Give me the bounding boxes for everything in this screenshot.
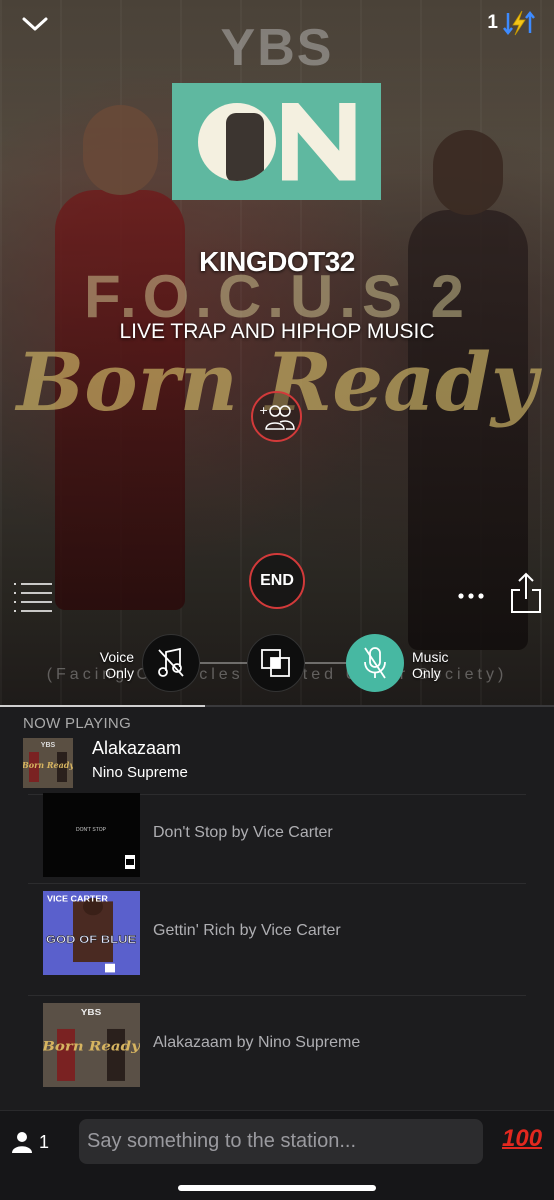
boost-badge[interactable]: 1: [487, 10, 536, 36]
swap-bolt-icon: [503, 10, 535, 36]
overlay-squares-icon: [261, 649, 290, 677]
playback-progress-bar[interactable]: [0, 705, 554, 707]
add-people-icon: +: [259, 404, 295, 430]
station-description: LIVE TRAP AND HIPHOP MUSIC: [119, 320, 435, 343]
voice-only-label: Voice Only: [99, 649, 134, 681]
playback-progress-fill: [0, 705, 205, 707]
now-playing-album-art[interactable]: YBS Born Ready: [23, 738, 73, 788]
svg-text:VICE CARTER: VICE CARTER: [47, 894, 108, 903]
chevron-down-icon[interactable]: [20, 12, 50, 36]
queue-album-art: VICE CARTER GOD OF BLUE: [43, 891, 140, 975]
mode-connector: [200, 662, 250, 664]
now-playing-panel: NOW PLAYING YBS Born Ready Alakazaam Nin…: [0, 705, 554, 1110]
svg-text:+: +: [259, 404, 268, 417]
queue-album-art: DON'T STOP: [43, 793, 140, 877]
now-playing-title: Alakazaam: [92, 738, 182, 758]
voice-and-music-button[interactable]: [247, 634, 305, 692]
queue-item[interactable]: YBS Born Ready Alakazaam by Nino Supreme: [0, 1003, 554, 1103]
divider: [28, 995, 526, 996]
voice-only-button[interactable]: [142, 634, 200, 692]
now-playing-artist: Nino Supreme: [92, 764, 188, 781]
music-only-label: Music Only: [412, 649, 449, 681]
station-name: KINGDOT32: [199, 246, 355, 277]
svg-text:GOD OF BLUE: GOD OF BLUE: [46, 933, 136, 946]
queue-item[interactable]: DON'T STOP Don't Stop by Vice Carter: [0, 793, 554, 893]
listener-count: 1: [39, 1131, 50, 1152]
queue-item[interactable]: VICE CARTER GOD OF BLUE Gettin' Rich by …: [0, 891, 554, 991]
mic-off-icon: [364, 647, 386, 679]
person-icon: [12, 1132, 32, 1153]
now-playing-label: NOW PLAYING: [23, 715, 132, 732]
share-icon[interactable]: [510, 572, 542, 614]
end-broadcast-button[interactable]: END: [249, 553, 305, 609]
svg-text:YBS: YBS: [41, 742, 56, 749]
invite-listeners-button[interactable]: +: [251, 391, 302, 442]
svg-text:DON'T STOP: DON'T STOP: [76, 827, 107, 833]
boost-count: 1: [487, 12, 498, 33]
divider: [28, 883, 526, 884]
more-options-icon[interactable]: [458, 590, 484, 602]
home-indicator: [178, 1185, 376, 1191]
listener-counter[interactable]: 1: [11, 1131, 49, 1153]
queue-item-label: Gettin' Rich by Vice Carter: [153, 922, 341, 939]
mode-connector: [305, 662, 347, 664]
queue-item-label: Alakazaam by Nino Supreme: [153, 1034, 361, 1051]
cover-ybs-text: YBS: [220, 19, 334, 77]
chat-input[interactable]: [79, 1119, 483, 1164]
station-cover: YBS F.O.C.U.S 2 Born Ready (Facing Obsta…: [0, 0, 554, 705]
music-only-button[interactable]: [346, 634, 404, 692]
queue-item-label: Don't Stop by Vice Carter: [153, 824, 333, 841]
svg-text:Born Ready: Born Ready: [43, 1040, 140, 1055]
music-off-icon: [158, 647, 184, 677]
chat-bar: 1 100: [0, 1110, 554, 1200]
station-logo: [172, 83, 381, 200]
hundred-emoji-button[interactable]: 100: [502, 1125, 542, 1153]
queue-album-art: YBS Born Ready: [43, 1003, 140, 1087]
playlist-icon[interactable]: [13, 581, 53, 615]
svg-text:Born Ready: Born Ready: [23, 760, 73, 770]
svg-text:YBS: YBS: [81, 1008, 102, 1017]
